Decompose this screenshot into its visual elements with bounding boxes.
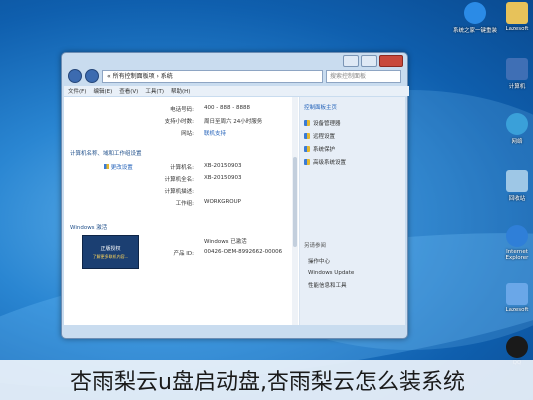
change-settings-link[interactable]: 更改设置 — [104, 163, 133, 171]
shield-icon — [304, 120, 310, 126]
menu-bar: 文件(F) 编辑(E) 查看(V) 工具(T) 帮助(H) — [64, 86, 409, 96]
shield-icon — [104, 164, 109, 169]
task-pane: 控制面板主页 设备管理器 远程设置 系统保护 高级系统设置 另请参阅 操作中心 … — [300, 97, 405, 325]
website-label: 网站: — [181, 131, 194, 137]
content-area: 电话号码: 400 - 888 - 8888 支持小时数: 周日至周六 24小时… — [64, 97, 405, 325]
search-input[interactable]: 搜索控制面板 — [326, 69, 401, 83]
workgroup-value: WORKGROUP — [204, 199, 241, 205]
advanced-settings-link[interactable]: 高级系统设置 — [304, 158, 401, 166]
menu-file[interactable]: 文件(F) — [68, 87, 86, 95]
system-info-pane: 电话号码: 400 - 888 - 8888 支持小时数: 周日至周六 24小时… — [64, 97, 300, 325]
address-bar[interactable]: « 所有控制面板项 › 系统 — [102, 69, 323, 83]
desktop-icon-network[interactable]: 网络 — [494, 113, 533, 145]
caption-text: 杏雨梨云u盘启动盘,杏雨梨云怎么装系统 — [70, 370, 465, 395]
desktop-icon-recycle-bin[interactable]: 回收站 — [494, 170, 533, 202]
back-button[interactable] — [68, 69, 82, 83]
remote-settings-link[interactable]: 远程设置 — [304, 132, 401, 140]
computer-name-label: 计算机名: — [170, 165, 194, 171]
shield-icon — [304, 146, 310, 152]
maximize-button[interactable] — [361, 55, 377, 67]
windows-update-link[interactable]: Windows Update — [308, 270, 401, 276]
scrollbar[interactable] — [292, 97, 298, 325]
recycle-bin-icon — [506, 170, 528, 192]
scrollbar-thumb[interactable] — [293, 157, 297, 247]
close-button[interactable] — [379, 55, 403, 67]
qq-icon — [506, 336, 528, 358]
desktop-icon-onekey[interactable]: 系统之家一键重装 — [452, 2, 498, 34]
hours-value: 周日至周六 24小时服务 — [204, 119, 263, 125]
activation-status: Windows 已激活 — [204, 239, 247, 245]
desktop-icon-lazesoft-2[interactable]: Lazesoft — [494, 283, 533, 313]
performance-link[interactable]: 性能信息和工具 — [308, 281, 401, 289]
address-row: « 所有控制面板项 › 系统 搜索控制面板 — [68, 69, 401, 83]
device-manager-link[interactable]: 设备管理器 — [304, 119, 401, 127]
activation-section-title: Windows 激活 — [70, 225, 108, 231]
product-id-value: 00426-OEM-8992662-00006 — [204, 249, 283, 255]
desktop-icon-lazesoft[interactable]: Lazesoft — [494, 2, 533, 32]
menu-help[interactable]: 帮助(H) — [171, 87, 190, 95]
system-protection-link[interactable]: 系统保护 — [304, 145, 401, 153]
computer-icon — [506, 58, 528, 80]
shield-icon — [304, 159, 310, 165]
network-icon — [506, 113, 528, 135]
see-also-heading: 另请参阅 — [304, 243, 327, 249]
internet-explorer-icon — [506, 225, 528, 247]
menu-tools[interactable]: 工具(T) — [145, 87, 164, 95]
product-id-label: 产品 ID: — [173, 251, 194, 257]
computer-section-title: 计算机名称、域和工作组设置 — [70, 151, 142, 157]
desktop-icon-computer[interactable]: 计算机 — [494, 58, 533, 90]
website-link[interactable]: 联机支持 — [204, 129, 226, 137]
genuine-logo-subtitle: 了解更多联机内容... — [92, 253, 129, 259]
desktop-icon-ie[interactable]: Internet Explorer — [494, 225, 533, 261]
computer-name-value: XB-20150903 — [204, 163, 242, 169]
system-window: « 所有控制面板项 › 系统 搜索控制面板 文件(F) 编辑(E) 查看(V) … — [61, 52, 409, 339]
onekey-icon — [464, 2, 486, 24]
control-panel-home-link[interactable]: 控制面板主页 — [304, 103, 401, 111]
genuine-logo[interactable]: 正版授权 了解更多联机内容... — [82, 235, 139, 269]
forward-button[interactable] — [85, 69, 99, 83]
computer-fullname-label: 计算机全名: — [164, 177, 194, 183]
folder-icon — [506, 2, 528, 24]
shield-icon — [304, 133, 310, 139]
lazesoft-icon — [506, 283, 528, 305]
workgroup-label: 工作组: — [175, 201, 194, 207]
caption-bar: 杏雨梨云u盘启动盘,杏雨梨云怎么装系统 — [0, 360, 533, 400]
desktop: 系统之家一键重装 Lazesoft 计算机 网络 回收站 Internet Ex… — [0, 0, 533, 400]
phone-value: 400 - 888 - 8888 — [204, 105, 250, 111]
action-center-link[interactable]: 操作中心 — [308, 257, 401, 265]
hours-label: 支持小时数: — [164, 119, 194, 125]
minimize-button[interactable] — [343, 55, 359, 67]
menu-edit[interactable]: 编辑(E) — [93, 87, 112, 95]
computer-fullname-value: XB-20150903 — [204, 175, 242, 181]
computer-desc-label: 计算机描述: — [164, 189, 194, 195]
genuine-logo-title: 正版授权 — [100, 245, 121, 252]
phone-label: 电话号码: — [170, 107, 194, 113]
menu-view[interactable]: 查看(V) — [119, 87, 138, 95]
